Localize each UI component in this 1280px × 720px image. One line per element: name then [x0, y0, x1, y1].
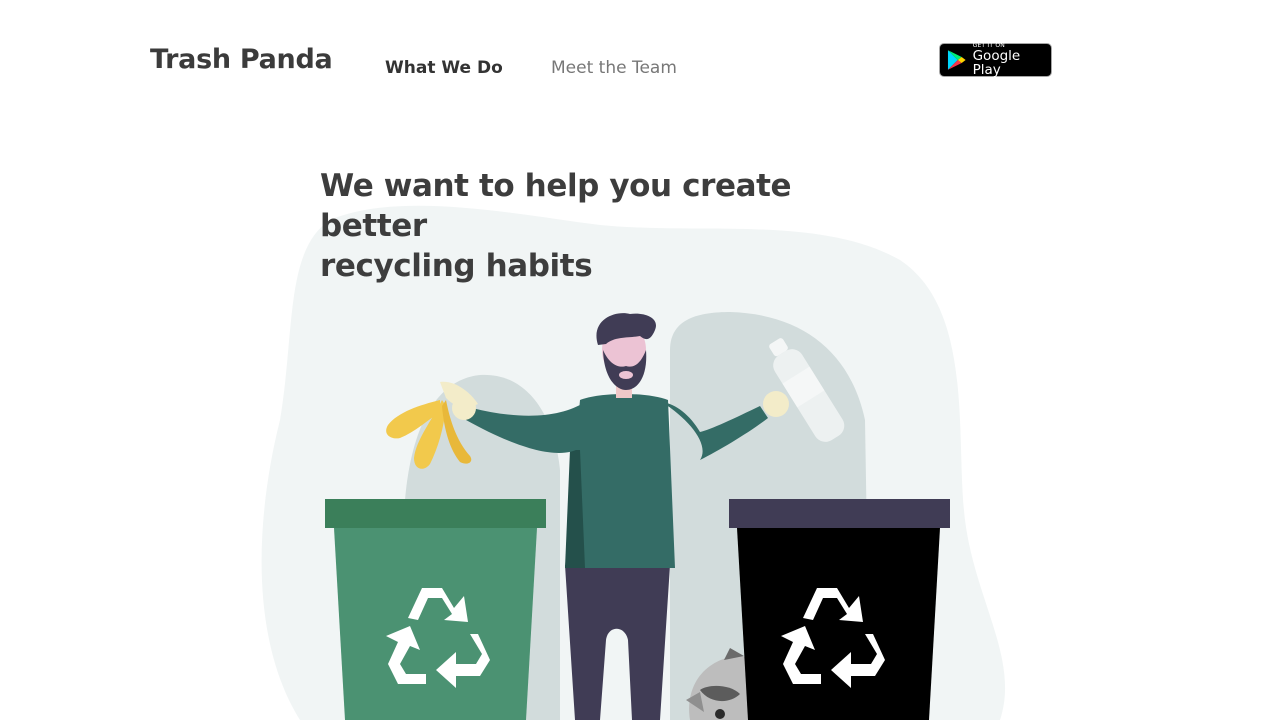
green-bin-lid [325, 499, 546, 528]
person-mouth [619, 371, 633, 379]
hero-title: We want to help you create better recycl… [320, 166, 880, 286]
hero-title-line-1: We want to help you create better [320, 168, 792, 244]
black-bin-body [737, 528, 940, 720]
green-bin-body [334, 528, 537, 720]
black-recycling-bin [729, 499, 950, 720]
recycling-illustration [261, 205, 1006, 720]
person-right-hand [763, 391, 789, 417]
black-bin-lid [729, 499, 950, 528]
green-recycling-bin [325, 499, 546, 720]
hero-title-line-2: recycling habits [320, 248, 593, 284]
